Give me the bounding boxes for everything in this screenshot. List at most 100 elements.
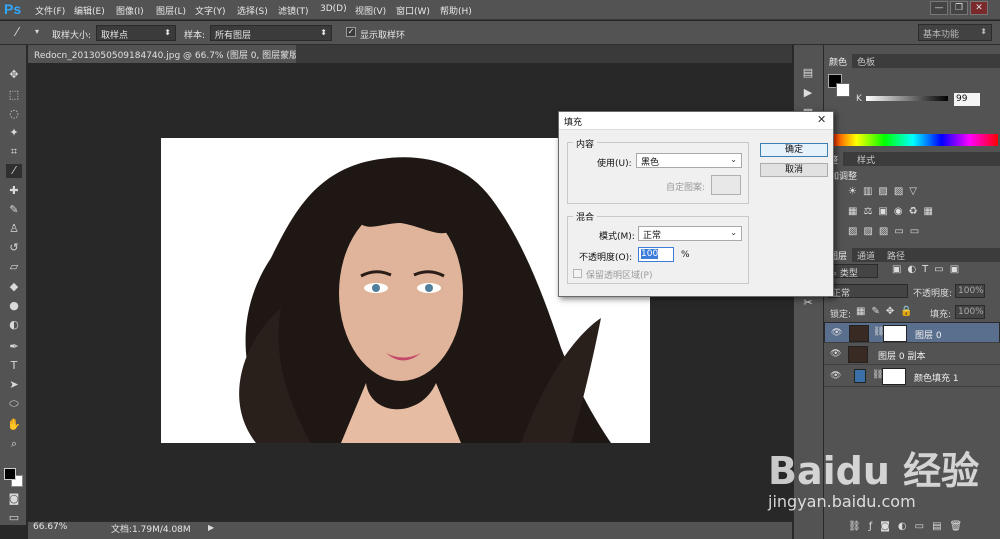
document-info: 文档:1.79M/4.08M bbox=[111, 525, 191, 535]
mode-select[interactable]: 正常 ⌄ bbox=[638, 226, 742, 241]
workspace-value: 基本功能 bbox=[923, 30, 960, 40]
opacity-input[interactable]: 100 bbox=[638, 247, 674, 262]
clone-stamp-tool-icon[interactable]: ♙ bbox=[6, 222, 22, 236]
magic-wand-tool-icon[interactable]: ✦ bbox=[6, 126, 22, 140]
history-brush-tool-icon[interactable]: ↺ bbox=[6, 241, 22, 255]
menu-bar bbox=[0, 0, 1000, 20]
show-ring-checkbox[interactable]: ✓ bbox=[346, 27, 356, 37]
zoom-level[interactable]: 66.67% bbox=[33, 522, 67, 532]
zoom-tool-icon[interactable]: ⌕ bbox=[6, 437, 22, 451]
ellipse-tool-icon[interactable]: ⬭ bbox=[6, 397, 22, 411]
menu-window[interactable]: 窗口(W) bbox=[396, 4, 430, 17]
crop-tool-icon[interactable]: ⌗ bbox=[6, 145, 22, 159]
layer-mask-thumbnail[interactable] bbox=[883, 325, 907, 342]
menu-help[interactable]: 帮助(H) bbox=[440, 4, 472, 17]
eye-icon[interactable]: 👁 bbox=[830, 371, 841, 381]
layer-actions-icons[interactable]: ⛓ƒ◙◐▭▤🗑 bbox=[848, 521, 970, 532]
status-menu-arrow-icon[interactable]: ▶ bbox=[208, 523, 214, 532]
tab-color[interactable]: 颜色 bbox=[824, 54, 853, 68]
ok-button[interactable]: 确定 bbox=[760, 143, 828, 157]
mode-value: 正常 bbox=[643, 231, 662, 241]
layer-row-color-fill[interactable]: 👁 ⛓ 颜色填充 1 bbox=[824, 366, 1000, 387]
adjustment-icons-row-1[interactable]: ☀▥▨▨▽ bbox=[848, 186, 923, 197]
tab-styles[interactable]: 样式 bbox=[852, 152, 880, 166]
brush-tool-icon[interactable]: ✎ bbox=[6, 203, 22, 217]
healing-brush-tool-icon[interactable]: ✚ bbox=[6, 184, 22, 198]
eye-icon[interactable]: 👁 bbox=[830, 349, 841, 359]
menu-edit[interactable]: 编辑(E) bbox=[74, 4, 105, 17]
k-value-field[interactable]: 99 bbox=[954, 93, 980, 106]
menu-layer[interactable]: 图层(L) bbox=[156, 4, 186, 17]
layer-row-layer-0-copy[interactable]: 👁 图层 0 副本 bbox=[824, 344, 1000, 365]
percent-label: % bbox=[681, 250, 690, 260]
layer-fill-field[interactable]: 100% bbox=[955, 305, 985, 319]
chevron-down-icon: ⌄ bbox=[730, 228, 737, 237]
type-tool-icon[interactable]: T bbox=[6, 359, 22, 373]
menu-view[interactable]: 视图(V) bbox=[355, 4, 386, 17]
tab-swatches[interactable]: 色板 bbox=[852, 54, 880, 68]
color-spectrum[interactable] bbox=[828, 134, 998, 146]
tool-presets-icon[interactable]: ✂ bbox=[800, 296, 816, 310]
chevron-down-icon: ⌄ bbox=[730, 155, 737, 164]
screen-mode-icon[interactable]: ▭ bbox=[6, 511, 22, 525]
play-actions-icon[interactable]: ▶ bbox=[800, 86, 816, 100]
sample-select[interactable]: 所有图层 ⬍ bbox=[210, 25, 332, 41]
history-panel-icon[interactable]: ▤ bbox=[800, 66, 816, 80]
menu-file[interactable]: 文件(F) bbox=[35, 4, 65, 17]
layer-row-layer-0[interactable]: 👁 ⛓ 图层 0 bbox=[824, 322, 1000, 343]
add-adjustment-title: 加调整 bbox=[830, 172, 858, 182]
k-slider[interactable] bbox=[866, 96, 948, 101]
hand-tool-icon[interactable]: ✋ bbox=[6, 418, 22, 432]
layer-filter-icons[interactable]: ▣◐T▭▣ bbox=[892, 264, 965, 275]
eyedropper-tool-icon[interactable]: ⁄ bbox=[6, 164, 22, 178]
adjustment-icons-row-2[interactable]: ▦⚖▣◉♻▦ bbox=[848, 206, 939, 217]
eraser-tool-icon[interactable]: ▱ bbox=[6, 260, 22, 274]
dodge-tool-icon[interactable]: ◐ bbox=[6, 318, 22, 332]
tab-paths[interactable]: 路径 bbox=[882, 248, 910, 262]
photoshop-logo: Ps bbox=[4, 1, 22, 17]
blend-mode-select[interactable]: 正常 bbox=[828, 284, 908, 299]
layer-opacity-field[interactable]: 100% bbox=[955, 284, 985, 298]
document-tab[interactable]: Redocn_2013050509184740.jpg @ 66.7% (图层 … bbox=[28, 45, 296, 63]
layer-mask-thumbnail[interactable] bbox=[882, 368, 906, 385]
restore-button[interactable]: ❐ bbox=[950, 1, 968, 15]
menu-type[interactable]: 文字(Y) bbox=[195, 4, 226, 17]
close-icon[interactable]: ✕ bbox=[817, 113, 826, 126]
cancel-button[interactable]: 取消 bbox=[760, 163, 828, 177]
lock-icons[interactable]: ▦✎✥🔒 bbox=[856, 306, 919, 317]
lasso-tool-icon[interactable]: ◌ bbox=[6, 107, 22, 121]
paint-bucket-tool-icon[interactable]: ◆ bbox=[6, 280, 22, 294]
baidu-watermark-url: jingyan.baidu.com bbox=[768, 492, 916, 511]
menu-select[interactable]: 选择(S) bbox=[237, 4, 268, 17]
tool-preset-arrow-icon[interactable]: ▾ bbox=[35, 27, 39, 36]
close-button[interactable]: ✕ bbox=[970, 1, 988, 15]
path-selection-tool-icon[interactable]: ➤ bbox=[6, 378, 22, 392]
eyedropper-tool-icon[interactable]: ⁄ bbox=[16, 25, 18, 39]
minimize-button[interactable]: — bbox=[930, 1, 948, 15]
preserve-transparency-checkbox[interactable] bbox=[573, 269, 582, 278]
fill-color-swatch[interactable] bbox=[854, 369, 866, 383]
menu-3d[interactable]: 3D(D) bbox=[320, 4, 347, 14]
workspace-select[interactable]: 基本功能 ⬍ bbox=[918, 24, 992, 41]
pen-tool-icon[interactable]: ✒ bbox=[6, 340, 22, 354]
blur-tool-icon[interactable]: ● bbox=[6, 299, 22, 313]
dialog-title: 填充 bbox=[564, 118, 583, 128]
opacity-label: 不透明度(O): bbox=[579, 253, 633, 263]
adjustment-icons-row-3[interactable]: ▨▨▨▭▭ bbox=[848, 226, 925, 237]
menu-image[interactable]: 图像(I) bbox=[116, 4, 144, 17]
custom-pattern-picker[interactable] bbox=[711, 175, 741, 195]
baidu-watermark-logo: Baidu 经验 bbox=[768, 449, 980, 493]
tab-channels[interactable]: 通道 bbox=[852, 248, 880, 262]
sample-size-select[interactable]: 取样点 ⬍ bbox=[96, 25, 176, 41]
eye-icon[interactable]: 👁 bbox=[831, 328, 842, 338]
quick-mask-icon[interactable]: ◙ bbox=[6, 492, 22, 506]
use-select[interactable]: 黑色 ⌄ bbox=[636, 153, 742, 168]
layer-filter-select[interactable]: ⌕ 类型 bbox=[828, 264, 878, 279]
marquee-tool-icon[interactable]: ⬚ bbox=[6, 88, 22, 102]
move-tool-icon[interactable]: ✥ bbox=[6, 68, 22, 82]
color-background-swatch[interactable] bbox=[836, 83, 850, 97]
menu-filter[interactable]: 滤镜(T) bbox=[278, 4, 309, 17]
adjustments-panel-tabs bbox=[824, 152, 1000, 166]
sample-size-label: 取样大小: bbox=[52, 31, 92, 41]
blend-group-title: 混合 bbox=[573, 210, 598, 223]
